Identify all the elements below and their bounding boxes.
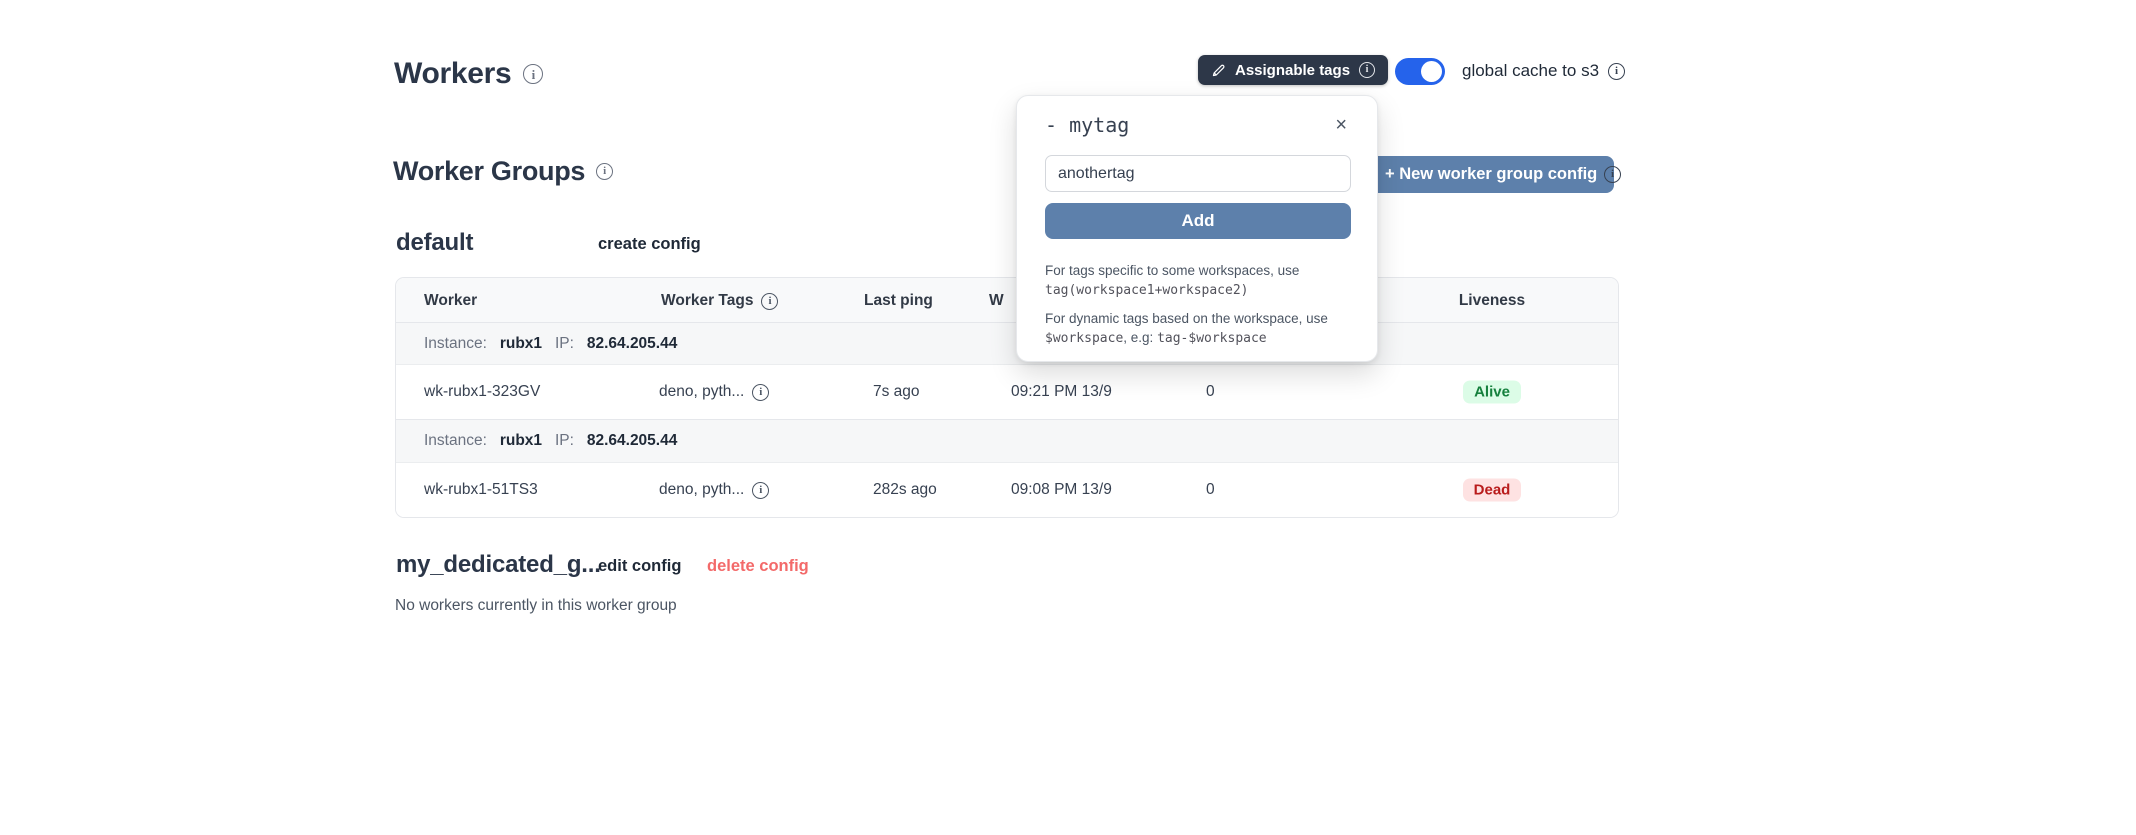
table-header-row: Worker Worker Tags Last ping W Liveness	[396, 278, 1618, 323]
ip-value: 82.64.205.44	[587, 432, 678, 449]
worker-groups-heading: Worker Groups	[393, 156, 585, 187]
assignable-tags-label: Assignable tags	[1235, 62, 1350, 79]
delete-config-button[interactable]: delete config	[707, 557, 809, 576]
new-worker-group-config-info-icon[interactable]	[1604, 166, 1621, 183]
edit-config-button[interactable]: edit config	[598, 557, 681, 576]
new-tag-input[interactable]	[1045, 155, 1351, 192]
page-title-row: Workers	[394, 57, 543, 91]
worker-tags-detail-icon[interactable]	[752, 482, 769, 499]
page-title: Workers	[394, 57, 511, 91]
status-badge-dead: Dead	[1463, 479, 1522, 502]
tag-list-row: - mytag ×	[1045, 113, 1349, 137]
last-ping-value: 282s ago	[873, 481, 937, 499]
instance-label: Instance:	[424, 335, 487, 352]
worker-row: wk-rubx1-323GV deno, pyth... 7s ago 09:2…	[396, 365, 1618, 420]
worker-tags-cell: deno, pyth...	[659, 481, 769, 499]
jobs-count: 0	[1206, 383, 1215, 401]
tag-item-mytag[interactable]: - mytag	[1045, 113, 1129, 137]
assignable-tags-info-icon[interactable]	[1359, 62, 1375, 78]
col-header-worker-tags-label: Worker Tags	[661, 292, 753, 310]
worker-tags-value: deno, pyth...	[659, 383, 744, 401]
workers-info-icon[interactable]	[523, 64, 543, 84]
worker-groups-heading-row: Worker Groups	[393, 156, 613, 187]
worker-name: wk-rubx1-51TS3	[424, 481, 538, 499]
assignable-tags-button[interactable]: Assignable tags	[1198, 55, 1388, 85]
col-header-worker: Worker	[424, 292, 477, 310]
worker-tags-info-icon[interactable]	[761, 293, 778, 310]
dynamic-tags-help: For dynamic tags based on the workspace,…	[1045, 309, 1353, 349]
col-header-worker-start-partial: W	[989, 292, 1004, 310]
worker-start-value: 09:08 PM 13/9	[1011, 481, 1112, 499]
workspace-tags-help: For tags specific to some workspaces, us…	[1045, 261, 1353, 301]
create-config-button[interactable]: create config	[598, 235, 701, 254]
add-tag-button[interactable]: Add	[1045, 203, 1351, 239]
instance-row: Instance: rubx1 IP: 82.64.205.44	[396, 323, 1618, 365]
help1-text: For tags specific to some workspaces, us…	[1045, 263, 1299, 278]
help2-code1: $workspace	[1045, 331, 1123, 346]
assignable-tags-popup: - mytag × Add For tags specific to some …	[1016, 95, 1378, 362]
worker-name: wk-rubx1-323GV	[424, 383, 540, 401]
worker-row: wk-rubx1-51TS3 deno, pyth... 282s ago 09…	[396, 463, 1618, 517]
global-cache-toggle[interactable]	[1395, 58, 1445, 85]
liveness-cell: Dead	[1436, 479, 1548, 502]
col-header-last-ping: Last ping	[864, 292, 933, 310]
ip-label: IP:	[555, 335, 574, 352]
instance-row: Instance: rubx1 IP: 82.64.205.44	[396, 420, 1618, 463]
instance-cell: Instance: rubx1 IP: 82.64.205.44	[424, 335, 677, 353]
col-header-worker-tags: Worker Tags	[661, 292, 778, 310]
help2-text: For dynamic tags based on the workspace,…	[1045, 311, 1328, 326]
group-name-default: default	[396, 229, 473, 257]
col-header-liveness: Liveness	[1436, 292, 1548, 310]
help2-code2: tag-$workspace	[1157, 331, 1267, 346]
global-cache-info-icon[interactable]	[1608, 63, 1625, 80]
worker-tags-detail-icon[interactable]	[752, 384, 769, 401]
jobs-count: 0	[1206, 481, 1215, 499]
worker-tags-value: deno, pyth...	[659, 481, 744, 499]
instance-label: Instance:	[424, 432, 487, 449]
new-worker-group-config-button[interactable]: + New worker group config	[1368, 156, 1614, 193]
ip-label: IP:	[555, 432, 574, 449]
worker-start-value: 09:21 PM 13/9	[1011, 383, 1112, 401]
ip-value: 82.64.205.44	[587, 335, 678, 352]
worker-groups-info-icon[interactable]	[596, 163, 613, 180]
liveness-cell: Alive	[1436, 381, 1548, 404]
workers-table: Worker Worker Tags Last ping W Liveness …	[395, 277, 1619, 518]
help2-sep: , e.g:	[1123, 330, 1157, 345]
instance-name: rubx1	[500, 335, 542, 352]
empty-group-message: No workers currently in this worker grou…	[395, 597, 677, 615]
group-name-dedicated: my_dedicated_g...	[396, 551, 601, 579]
status-badge-alive: Alive	[1463, 381, 1521, 404]
close-icon[interactable]: ×	[1333, 115, 1349, 135]
worker-tags-cell: deno, pyth...	[659, 383, 769, 401]
workers-page: Workers Assignable tags global cache to …	[0, 0, 2136, 835]
instance-cell: Instance: rubx1 IP: 82.64.205.44	[424, 432, 677, 450]
pencil-icon	[1211, 63, 1226, 78]
help1-code: tag(workspace1+workspace2)	[1045, 283, 1249, 298]
toggle-knob	[1421, 61, 1442, 82]
last-ping-value: 7s ago	[873, 383, 920, 401]
instance-name: rubx1	[500, 432, 542, 449]
global-cache-label: global cache to s3	[1462, 61, 1599, 81]
